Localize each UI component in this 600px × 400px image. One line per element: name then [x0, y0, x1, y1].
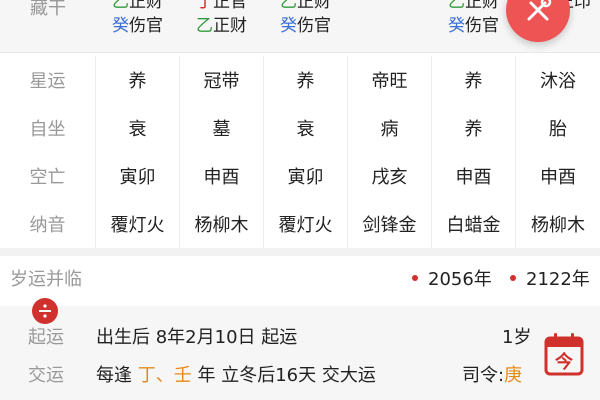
row-label-zizuo: 自坐	[0, 104, 96, 152]
grid-cell: 病	[348, 104, 432, 152]
section-divider	[0, 248, 600, 256]
grid-cell: 养	[264, 56, 348, 104]
bullet-dot-icon	[412, 275, 418, 281]
grid-cell: 寅卯	[264, 152, 348, 200]
suiyun-binglin-row: 岁运并临 2056年 2122年	[0, 256, 600, 300]
grid-cell: 申酉	[180, 152, 264, 200]
grid-cell: 剑锋金	[348, 200, 432, 248]
suiyun-year: 2122年	[510, 265, 590, 291]
qiyun-age: 1岁	[502, 327, 532, 348]
dayun-info-panel: 起运 出生后 8年2月10日 起运 1岁 交运 每逢 丁、壬 年 立冬后16天 …	[0, 298, 600, 400]
grid-cell: 寅卯	[96, 152, 180, 200]
grid-cell: 帝旺	[348, 56, 432, 104]
pillar-detail-grid: 星运 养 冠带 养 帝旺 养 沐浴 自坐 衰 墓 衰 病 养 胎 空亡 寅卯 申…	[0, 56, 600, 248]
grid-cell: 杨柳木	[531, 215, 585, 236]
grid-cell: 覆灯火	[264, 200, 348, 248]
canggan-col-3: 乙正财 癸伤官	[280, 0, 331, 36]
grid-cell: 冠带	[180, 56, 264, 104]
qiyun-label: 起运	[28, 327, 64, 348]
grid-cell: 沐浴	[540, 71, 576, 92]
grid-cell: 养	[432, 56, 516, 104]
bullet-dot-icon	[510, 275, 516, 281]
row-label-nayin: 纳音	[0, 200, 96, 248]
calendar-glyph: 今	[555, 352, 573, 373]
grid-cell: 戌亥	[348, 152, 432, 200]
grid-cell: 覆灯火	[96, 200, 180, 248]
divide-icon	[39, 304, 51, 318]
canggan-row: 藏干 乙正财 癸伤官 丁正官 乙正财 乙正财 癸伤官 乙正财 癸伤官 乙正印	[0, 0, 600, 53]
jiaoyun-text: 每逢 丁、壬 年 立冬后16天 交大运	[96, 365, 376, 386]
canggan-col-1: 乙正财 癸伤官	[112, 0, 163, 36]
grid-cell: 衰	[264, 104, 348, 152]
qiyun-text: 出生后 8年2月10日 起运	[96, 327, 298, 348]
jiaoyun-row: 交运 每逢 丁、壬 年 立冬后16天 交大运 司令:庚	[0, 356, 600, 392]
canggan-col-2: 丁正官 乙正财	[196, 0, 247, 36]
suiyun-year: 2056年	[412, 265, 492, 291]
grid-cell: 胎	[549, 119, 567, 140]
tools-icon	[527, 0, 552, 21]
canggan-label: 藏干	[30, 0, 66, 19]
jiaoyun-label: 交运	[28, 365, 64, 386]
grid-cell: 申酉	[540, 167, 576, 188]
grid-cell: 养	[96, 56, 180, 104]
row-label-kongwang: 空亡	[0, 152, 96, 200]
row-label-xingyun: 星运	[0, 56, 96, 104]
canggan-col-5: 乙正财 癸伤官	[448, 0, 499, 36]
grid-cell: 衰	[96, 104, 180, 152]
grid-cell: 杨柳木	[180, 200, 264, 248]
qiyun-row: 起运 出生后 8年2月10日 起运 1岁	[0, 318, 600, 354]
suiyun-label: 岁运并临	[10, 269, 82, 290]
grid-cell: 申酉	[432, 152, 516, 200]
tools-fab-button[interactable]	[506, 0, 570, 42]
calendar-today-button[interactable]: 今	[544, 332, 584, 376]
siling: 司令:庚	[462, 365, 523, 386]
grid-cell: 白蜡金	[432, 200, 516, 248]
grid-cell: 墓	[180, 104, 264, 152]
grid-cell: 养	[432, 104, 516, 152]
